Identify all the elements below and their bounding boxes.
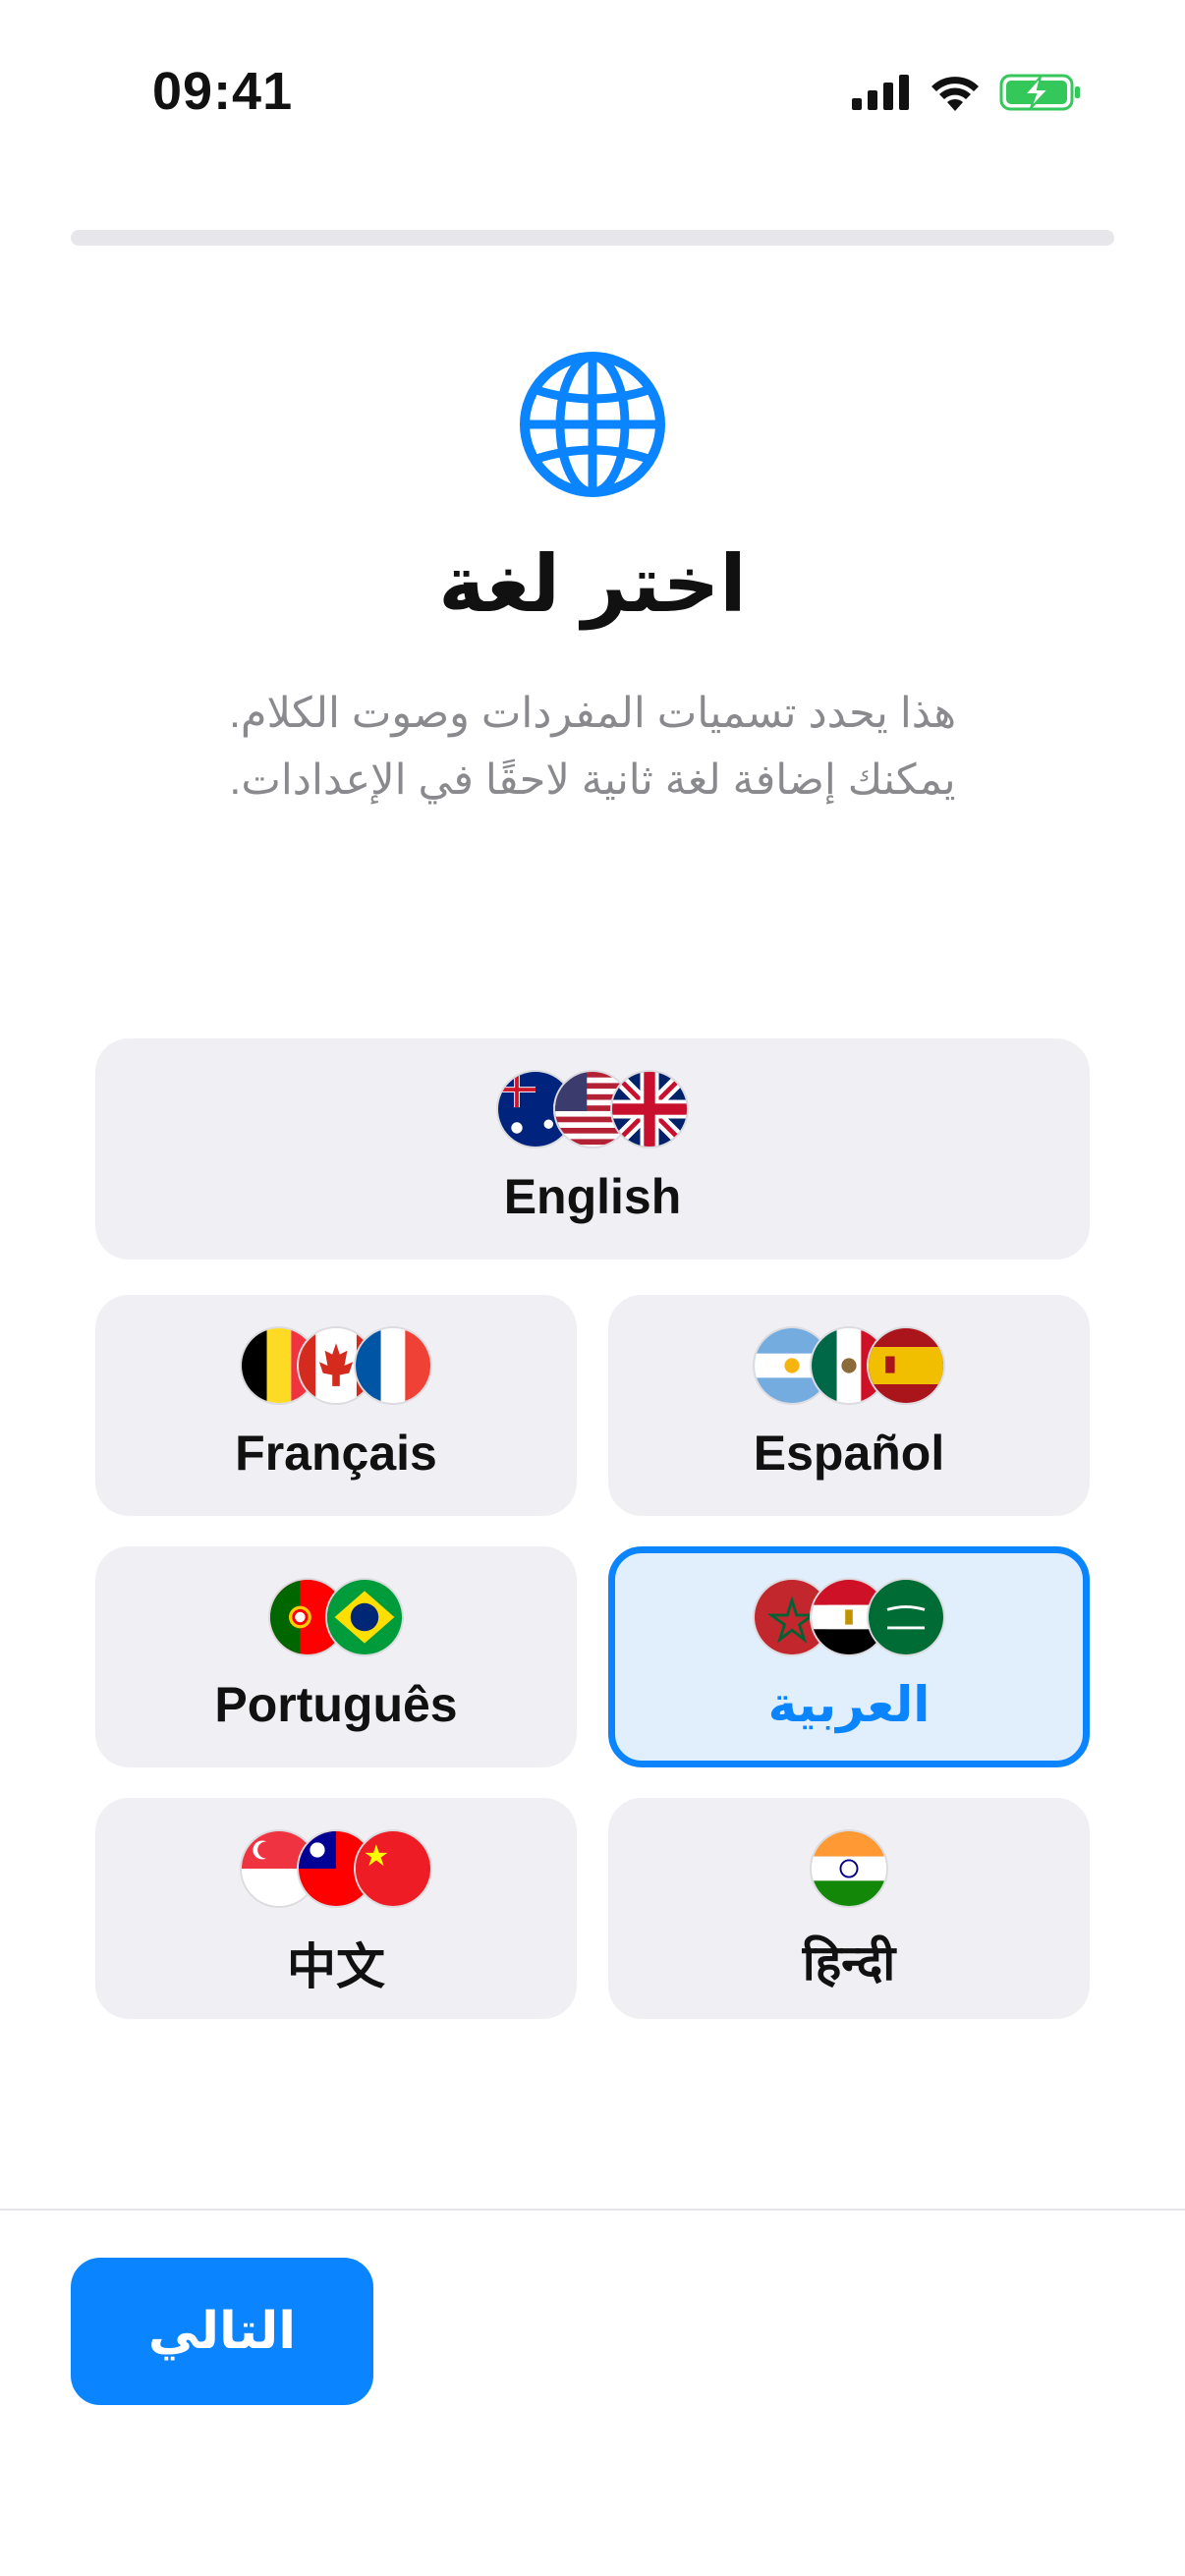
- language-label: Español: [753, 1426, 945, 1481]
- language-label: العربية: [767, 1676, 931, 1733]
- flag-group: [496, 1068, 689, 1150]
- flag-group: [240, 1827, 432, 1910]
- china-flag-icon: [354, 1829, 432, 1908]
- status-icons: [852, 73, 1082, 112]
- brazil-flag-icon: [325, 1578, 404, 1656]
- flag-group: [753, 1324, 945, 1407]
- signal-icon: [852, 75, 909, 110]
- flag-group: [240, 1324, 432, 1407]
- france-flag-icon: [354, 1326, 432, 1405]
- language-label: 中文: [287, 1938, 385, 1995]
- flag-group: [810, 1827, 888, 1910]
- language-label: Português: [214, 1677, 458, 1732]
- uk-flag-icon: [610, 1070, 689, 1148]
- language-option-spanish[interactable]: Español: [608, 1295, 1090, 1516]
- subtitle-line-1: هذا يحدد تسميات المفردات وصوت الكلام.: [228, 690, 957, 737]
- language-option-portuguese[interactable]: Português: [95, 1546, 577, 1767]
- language-option-hindi[interactable]: हिन्दी: [608, 1798, 1090, 2019]
- battery-charging-icon: [999, 74, 1080, 111]
- language-label: हिन्दी: [802, 1934, 896, 1991]
- page-subtitle: هذا يحدد تسميات المفردات وصوت الكلام. يم…: [147, 680, 1038, 813]
- saudi-flag-icon: [867, 1578, 945, 1656]
- status-bar: 09:41: [0, 0, 1185, 177]
- status-time: 09:41: [152, 62, 294, 121]
- page-title: اختر لغة: [438, 540, 747, 628]
- globe-icon: [520, 352, 665, 497]
- language-option-chinese[interactable]: 中文: [95, 1798, 577, 2019]
- language-label: English: [503, 1169, 682, 1224]
- next-button[interactable]: التالي: [71, 2258, 373, 2405]
- footer-divider: [0, 2209, 1185, 2211]
- onboarding-progress-bar: [71, 230, 1114, 246]
- language-option-english[interactable]: English: [95, 1038, 1090, 1260]
- flag-group: [753, 1576, 945, 1658]
- language-label: Français: [235, 1426, 437, 1481]
- india-flag-icon: [810, 1829, 888, 1908]
- subtitle-line-2: يمكنك إضافة لغة ثانية لاحقًا في الإعدادا…: [229, 756, 956, 804]
- spain-flag-icon: [867, 1326, 945, 1405]
- language-option-arabic[interactable]: العربية: [608, 1546, 1090, 1767]
- wifi-icon: [931, 77, 979, 111]
- language-option-french[interactable]: Français: [95, 1295, 577, 1516]
- flag-group: [268, 1576, 404, 1658]
